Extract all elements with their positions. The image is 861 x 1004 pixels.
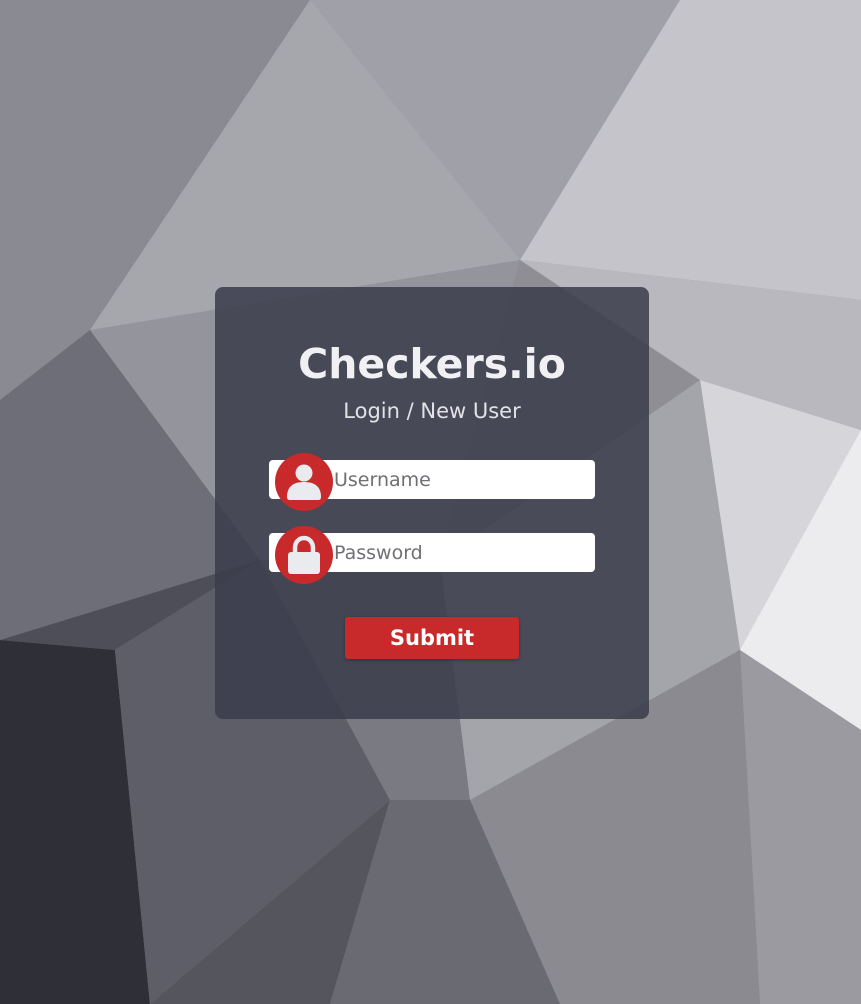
- username-field: [269, 453, 595, 511]
- user-icon: [275, 453, 333, 511]
- app-title: Checkers.io: [298, 340, 566, 388]
- submit-button[interactable]: Submit: [345, 617, 519, 659]
- login-card: Checkers.io Login / New User Submit: [215, 287, 649, 719]
- lock-icon: [275, 526, 333, 584]
- password-field: [269, 526, 595, 584]
- page-subtitle: Login / New User: [343, 399, 521, 423]
